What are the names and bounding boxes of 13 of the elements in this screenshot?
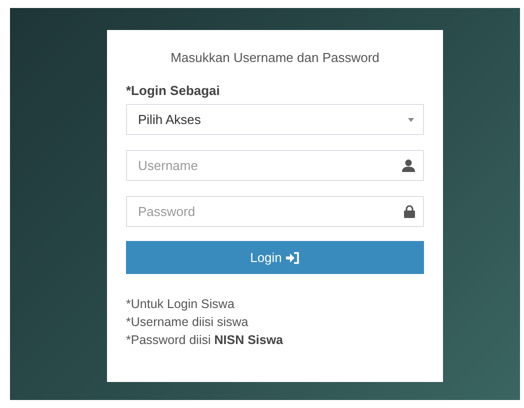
caret-icon: [408, 118, 414, 122]
form-title: Masukkan Username dan Password: [170, 50, 380, 65]
select-field[interactable]: Pilih Akses: [126, 104, 424, 135]
user-icon: [402, 159, 415, 172]
note-text: *Password diisi NISN Siswa: [126, 332, 284, 349]
login-button[interactable]: Login: [126, 241, 424, 274]
input-field[interactable]: Username: [126, 150, 424, 181]
lock-icon: [404, 205, 415, 218]
note-text: *Username diisi siswa: [126, 314, 250, 331]
sign-in-icon: [286, 252, 300, 264]
input-field[interactable]: Password: [126, 196, 424, 227]
field-label: *Login Sebagai: [126, 83, 221, 98]
note-text: *Untuk Login Siswa: [126, 296, 236, 313]
